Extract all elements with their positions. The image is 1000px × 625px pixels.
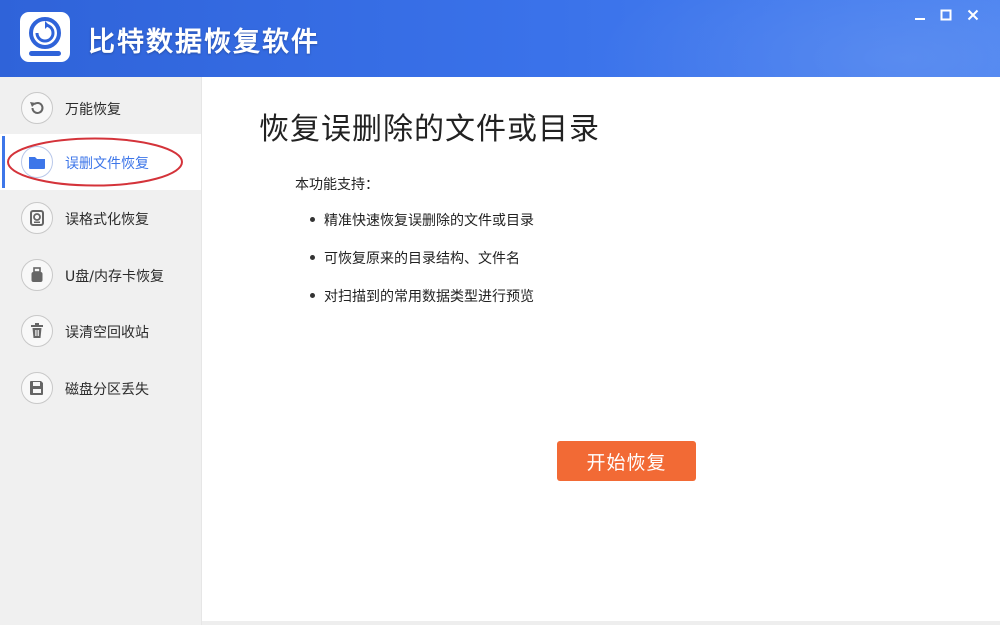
title-bar: 比特数据恢复软件 [0,0,1000,77]
bullet-icon [310,255,315,260]
feature-text: 精准快速恢复误删除的文件或目录 [324,213,534,229]
sidebar: 万能恢复 误删文件恢复 误格式化恢复 U盘/内存卡恢复 误清空回收站 磁盘分区丢… [0,77,202,625]
drive-icon [21,202,53,234]
start-recovery-button[interactable]: 开始恢复 [557,441,696,481]
sidebar-item-label: U盘/内存卡恢复 [65,269,164,285]
app-logo-icon [20,12,70,62]
sidebar-item-usb-recovery[interactable]: U盘/内存卡恢复 [0,247,201,303]
sidebar-item-format-recovery[interactable]: 误格式化恢复 [0,190,201,246]
minimize-icon [915,18,925,20]
trash-icon [21,315,53,347]
feature-text: 对扫描到的常用数据类型进行预览 [324,289,534,305]
folder-icon [21,146,53,178]
close-icon [967,9,979,21]
support-label: 本功能支持： [295,177,379,193]
app-title: 比特数据恢复软件 [88,27,320,58]
maximize-icon [940,9,952,21]
feature-text: 可恢复原来的目录结构、文件名 [324,251,520,267]
sidebar-item-partition-recovery[interactable]: 磁盘分区丢失 [0,360,201,416]
bottom-border [202,621,1000,625]
sidebar-item-label: 万能恢复 [65,102,121,118]
undo-icon [21,92,53,124]
sidebar-item-label: 误清空回收站 [65,325,149,341]
page-title: 恢复误删除的文件或目录 [259,112,600,147]
sidebar-item-label: 误删文件恢复 [65,156,149,172]
sidebar-item-universal-recovery[interactable]: 万能恢复 [0,80,201,136]
close-button[interactable] [958,2,988,28]
sidebar-item-deleted-file-recovery[interactable]: 误删文件恢复 [0,134,201,190]
sidebar-item-recycle-bin-recovery[interactable]: 误清空回收站 [0,303,201,359]
maximize-button[interactable] [931,2,961,28]
sidebar-item-label: 磁盘分区丢失 [65,382,149,398]
disk-partition-icon [21,372,53,404]
bullet-icon [310,293,315,298]
bullet-icon [310,217,315,222]
usb-drive-icon [21,259,53,291]
sidebar-item-label: 误格式化恢复 [65,212,149,228]
